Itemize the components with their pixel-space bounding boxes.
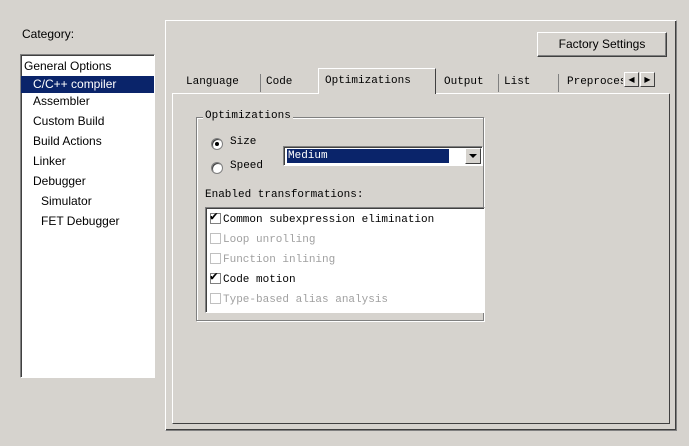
- checkmark-icon: ✔: [210, 269, 218, 284]
- transformation-label: Type-based alias analysis: [223, 294, 389, 306]
- checkbox: [210, 233, 221, 244]
- category-item-assembler[interactable]: Assembler: [21, 93, 154, 110]
- combo-dropdown-button[interactable]: [465, 148, 481, 164]
- size-radio-label[interactable]: Size: [230, 136, 256, 148]
- category-label: Category:: [22, 27, 75, 41]
- transformation-label: Function inlining: [223, 254, 336, 266]
- category-item-build-actions[interactable]: Build Actions: [21, 133, 154, 150]
- tab-separator: [498, 74, 499, 92]
- transformation-type-based-alias: Type-based alias analysis: [210, 292, 388, 308]
- transformation-label: Loop unrolling: [223, 234, 316, 246]
- checkbox[interactable]: ✔: [210, 269, 221, 284]
- chevron-down-icon: [469, 154, 477, 158]
- factory-settings-button[interactable]: Factory Settings: [537, 32, 667, 57]
- radio-selected-icon: [215, 142, 219, 146]
- optimization-level-value: Medium: [287, 149, 449, 163]
- category-item-fet-debugger[interactable]: FET Debugger: [21, 213, 154, 230]
- tab-preprocessor[interactable]: Preproces: [563, 72, 623, 93]
- category-list[interactable]: General Options C/C++ compiler Assembler…: [20, 54, 155, 378]
- tab-scroll-right-button[interactable]: ▶: [640, 72, 655, 87]
- speed-radio-label[interactable]: Speed: [230, 160, 263, 172]
- transformation-function-inlining: Function inlining: [210, 252, 335, 268]
- transformation-loop-unrolling: Loop unrolling: [210, 232, 315, 248]
- transformation-cse[interactable]: ✔ Common subexpression elimination: [210, 209, 435, 228]
- checkbox: [210, 253, 221, 264]
- category-item-custom-build[interactable]: Custom Build: [21, 113, 154, 130]
- tab-language[interactable]: Language: [182, 72, 260, 93]
- category-item-simulator[interactable]: Simulator: [21, 193, 154, 210]
- arrow-right-icon: ▶: [644, 75, 651, 84]
- checkmark-icon: ✔: [210, 209, 218, 224]
- transformation-label: Code motion: [223, 274, 296, 286]
- tab-scroll-left-button[interactable]: ◀: [624, 72, 639, 87]
- checkbox[interactable]: ✔: [210, 209, 221, 224]
- tab-code[interactable]: Code: [262, 72, 312, 93]
- tab-optimizations[interactable]: Optimizations: [318, 68, 436, 94]
- tab-output[interactable]: Output: [440, 72, 498, 93]
- size-radio[interactable]: [211, 138, 223, 150]
- tab-separator: [558, 74, 559, 92]
- optimization-level-select[interactable]: Medium: [283, 146, 483, 166]
- transformation-code-motion[interactable]: ✔ Code motion: [210, 269, 296, 288]
- speed-radio[interactable]: [211, 162, 223, 174]
- checkbox: [210, 293, 221, 304]
- category-item-debugger[interactable]: Debugger: [21, 173, 154, 190]
- enabled-transformations-label: Enabled transformations:: [205, 189, 364, 201]
- category-item-general-options[interactable]: General Options: [21, 58, 154, 75]
- optimizations-group-title: Optimizations: [203, 110, 293, 122]
- tab-list[interactable]: List: [500, 72, 556, 93]
- category-item-c-compiler[interactable]: C/C++ compiler: [21, 76, 154, 93]
- arrow-left-icon: ◀: [628, 75, 635, 84]
- tab-separator: [260, 74, 261, 92]
- category-item-linker[interactable]: Linker: [21, 153, 154, 170]
- transformations-list[interactable]: ✔ Common subexpression elimination Loop u…: [205, 207, 485, 313]
- transformation-label: Common subexpression elimination: [223, 214, 435, 226]
